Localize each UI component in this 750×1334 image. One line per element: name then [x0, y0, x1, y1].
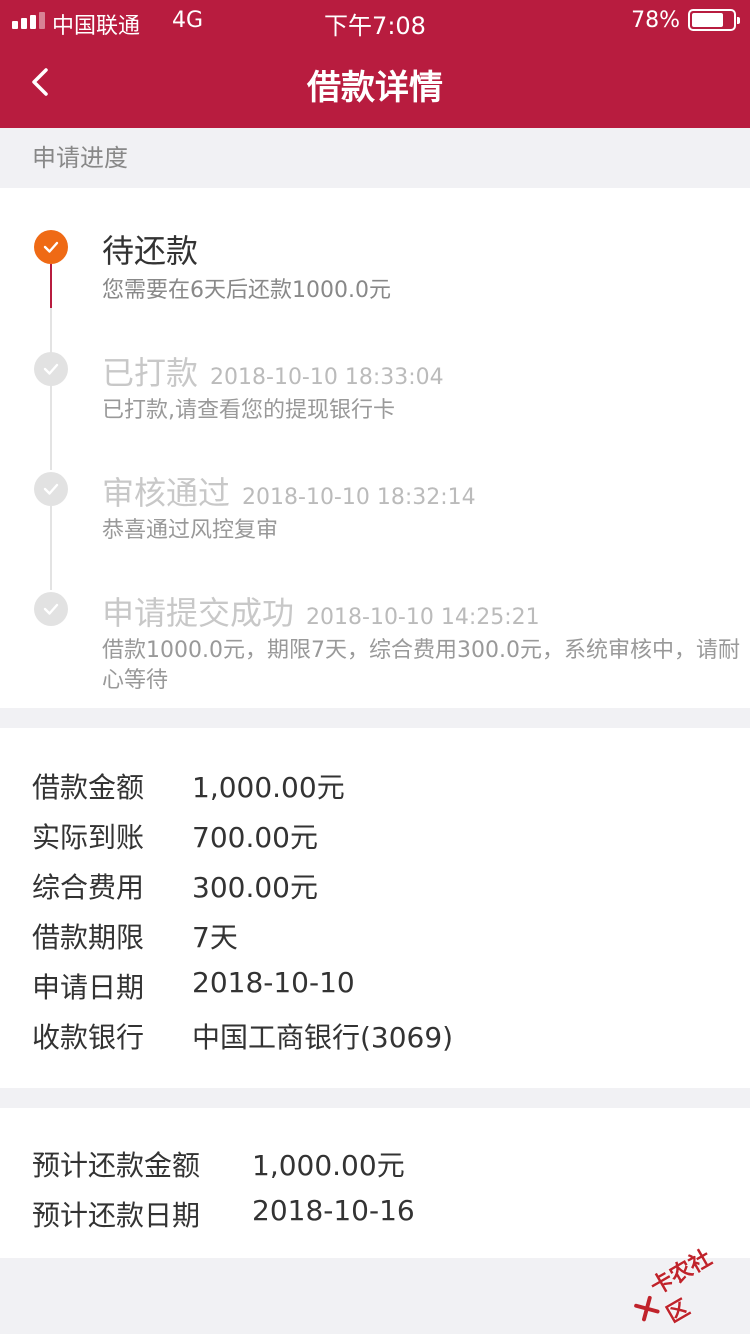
detail-label: 申请日期 [32, 971, 145, 1004]
progress-section-label: 申请进度 [32, 144, 128, 172]
step-time: 2018-10-10 18:32:14 [242, 485, 476, 510]
detail-value: 300.00元 [192, 871, 318, 904]
summary-value: 2018-10-16 [252, 1194, 415, 1227]
loan-details: 借款金额 1,000.00元 实际到账 700.00元 综合费用 300.00元 借款… [0, 728, 750, 1088]
timeline-line-active [50, 264, 52, 308]
step-time: 2018-10-10 18:33:04 [210, 365, 444, 390]
timeline-line [50, 386, 52, 470]
check-circle-icon [34, 230, 68, 264]
detail-row: 借款期限 7天 [32, 916, 238, 956]
page-title: 借款详情 [307, 68, 443, 108]
summary-value: 1,000.00元 [252, 1149, 405, 1182]
step-title: 审核通过 [102, 474, 231, 512]
step-time: 2018-10-10 14:25:21 [306, 605, 540, 630]
step-title: 待还款 [102, 232, 199, 270]
step-description: 您需要在6天后还款1000.0元 [102, 278, 391, 303]
timeline-line [50, 506, 52, 590]
check-circle-icon [34, 472, 68, 506]
step-description: 已打款,请查看您的提现银行卡 [102, 398, 395, 423]
step-description: 借款1000.0元，期限7天，综合费用300.0元，系统审核中，请耐心等待 [102, 638, 740, 693]
summary-row: 预计还款日期 2018-10-16 [32, 1194, 415, 1234]
detail-value: 中国工商银行(3069) [192, 1021, 454, 1054]
detail-label: 实际到账 [32, 821, 145, 854]
detail-value: 1,000.00元 [192, 771, 345, 804]
check-circle-icon [34, 352, 68, 386]
repayment-summary: 预计还款金额 1,000.00元 预计还款日期 2018-10-16 [0, 1108, 750, 1258]
detail-row: 综合费用 300.00元 [32, 866, 318, 906]
check-circle-icon [34, 592, 68, 626]
battery-icon [688, 9, 740, 31]
detail-row: 实际到账 700.00元 [32, 816, 318, 856]
summary-label: 预计还款金额 [32, 1149, 201, 1182]
battery-percent: 78% [631, 8, 680, 33]
detail-row: 收款银行 中国工商银行(3069) [32, 1016, 453, 1056]
detail-label: 综合费用 [32, 871, 145, 904]
status-bar: 中国联通 4G 下午7:08 78% [0, 0, 750, 40]
progress-timeline: 待还款 您需要在6天后还款1000.0元 已打款 2018-10-10 18:33… [0, 188, 750, 708]
step-description: 恭喜通过风控复审 [102, 518, 279, 543]
detail-label: 收款银行 [32, 1021, 145, 1054]
step-title: 申请提交成功 [102, 594, 295, 632]
detail-value: 7天 [192, 921, 238, 954]
step-title: 已打款 [102, 354, 199, 392]
summary-row: 预计还款金额 1,000.00元 [32, 1144, 405, 1184]
detail-row: 借款金额 1,000.00元 [32, 766, 345, 806]
detail-label: 借款期限 [32, 921, 145, 954]
detail-value: 2018-10-10 [192, 966, 355, 999]
summary-label: 预计还款日期 [32, 1199, 201, 1232]
app-header: 中国联通 4G 下午7:08 78% 借款详情 [0, 0, 750, 128]
detail-row: 申请日期 2018-10-10 [32, 966, 355, 1006]
detail-value: 700.00元 [192, 821, 318, 854]
detail-label: 借款金额 [32, 771, 145, 804]
